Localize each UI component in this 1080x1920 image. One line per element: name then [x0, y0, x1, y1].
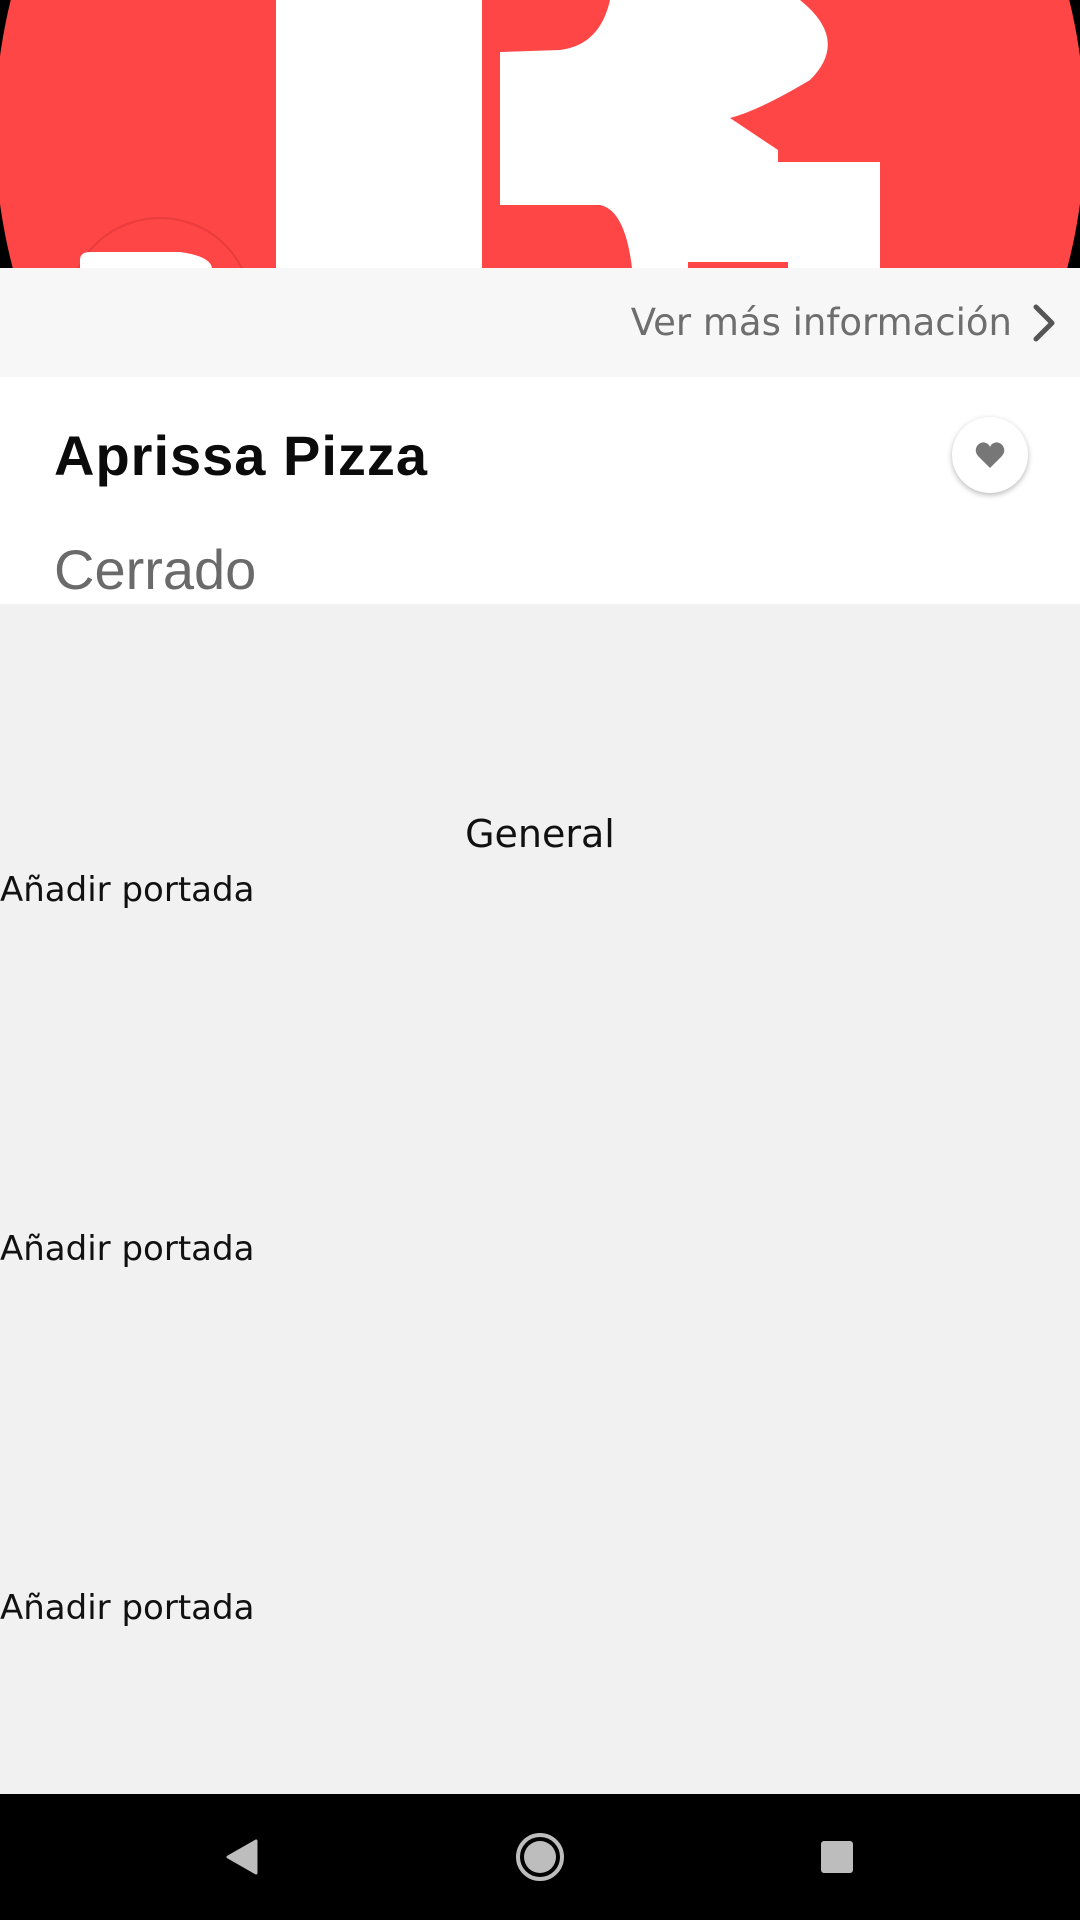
more-info-link[interactable]: Ver más información: [0, 268, 1080, 377]
restaurant-name: Aprissa Pizza: [54, 424, 429, 487]
favorite-button[interactable]: [952, 417, 1028, 493]
cover-logo-image: [0, 0, 1080, 268]
screen: Ver más información Aprissa Pizza Cerrad…: [0, 0, 1080, 1920]
chevron-right-icon: [1033, 304, 1055, 341]
recents-square-icon: [821, 1841, 853, 1873]
heart-icon: [975, 442, 1005, 468]
recents-button[interactable]: [777, 1794, 897, 1920]
restaurant-status: Cerrado: [54, 538, 257, 601]
back-triangle-icon: [226, 1839, 258, 1875]
add-cover-button[interactable]: Añadir portada: [0, 870, 254, 910]
menu-content: General Añadir portada Añadir portada Añ…: [0, 604, 1080, 1794]
add-cover-button[interactable]: Añadir portada: [0, 1229, 254, 1269]
system-navigation-bar: [0, 1794, 1080, 1920]
home-button[interactable]: [480, 1794, 600, 1920]
home-circle-icon: [516, 1833, 564, 1881]
more-info-label: Ver más información: [630, 301, 1012, 344]
back-button[interactable]: [182, 1794, 302, 1920]
section-title: General: [465, 812, 615, 856]
restaurant-header: Aprissa Pizza Cerrado: [0, 377, 1080, 604]
restaurant-logo: [0, 0, 1080, 268]
add-cover-button[interactable]: Añadir portada: [0, 1588, 254, 1628]
